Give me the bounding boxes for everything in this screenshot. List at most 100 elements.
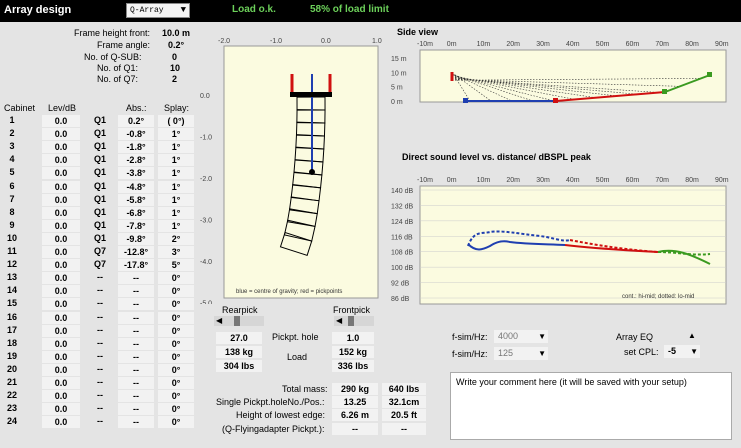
cabinet-splay[interactable]: 0° [158, 390, 194, 403]
cabinet-splay[interactable]: 1° [158, 154, 194, 167]
cabinet-level[interactable]: 0.0 [42, 390, 80, 403]
x-tick: 40m [566, 177, 580, 184]
rearpick-slider[interactable]: ◀ [214, 316, 264, 326]
cabinet-number: 23 [6, 403, 17, 414]
cabinet-number: 8 [9, 206, 15, 217]
slider-left-icon: ◀ [216, 316, 223, 325]
slider-left-icon: ◀ [336, 316, 343, 325]
flyadapter-value-1: -- [332, 423, 378, 435]
cabinet-level[interactable]: 0.0 [42, 141, 80, 154]
cabinet-splay[interactable]: 1° [158, 141, 194, 154]
array-y-tick: -2.0 [200, 176, 212, 183]
side-far-marker [662, 89, 667, 94]
cabinet-splay[interactable]: 0° [158, 350, 194, 363]
cabinet-splay[interactable]: 0° [158, 298, 194, 311]
cabinet-splay[interactable]: 1° [158, 193, 194, 206]
fsim2-dropdown[interactable]: 125 ▼ [494, 347, 548, 360]
cabinet-level[interactable]: 0.0 [42, 180, 80, 193]
nsub-value[interactable]: 0 [172, 52, 177, 62]
cabinet-splay[interactable]: 5° [158, 259, 194, 272]
frontpick-slider[interactable]: ◀ [334, 316, 374, 326]
cabinet-splay[interactable]: 0° [158, 324, 194, 337]
frame-angle-value[interactable]: 0.2° [168, 40, 184, 50]
slider-thumb[interactable] [234, 316, 240, 326]
frame-angle-label: Frame angle: [97, 40, 151, 50]
cabinet-type: Q1 [93, 232, 106, 243]
cabinet-level[interactable]: 0.0 [42, 337, 80, 350]
cabinet-splay[interactable]: 0° [158, 363, 194, 376]
rear-hole-value[interactable]: 27.0 [216, 332, 262, 344]
cabinet-level[interactable]: 0.0 [42, 232, 80, 245]
cabinet-level[interactable]: 0.0 [42, 115, 80, 127]
y-tick: 5 m [391, 85, 403, 92]
cabinet-level[interactable]: 0.0 [42, 311, 80, 324]
nq7-label: No. of Q7: [97, 74, 139, 84]
cabinet-splay[interactable]: 3° [158, 246, 194, 258]
cabinet-number: 20 [6, 363, 17, 374]
cabinet-splay[interactable]: 1° [158, 167, 194, 180]
cabinet-abs-angle: -- [118, 403, 154, 416]
cabinet-splay[interactable]: 1° [158, 180, 194, 193]
cabinet-level[interactable]: 0.0 [42, 246, 80, 258]
cabinet-level[interactable]: 0.0 [42, 403, 80, 416]
x-tick: 20m [506, 177, 520, 184]
cabinet-splay[interactable]: 1° [158, 219, 194, 232]
flyadapter-value-2: -- [382, 423, 426, 435]
cabinet-level[interactable]: 0.0 [42, 128, 80, 141]
cabinet-splay[interactable]: 0° [158, 285, 194, 298]
cabinet-level[interactable]: 0.0 [42, 350, 80, 363]
cabinet-level[interactable]: 0.0 [42, 377, 80, 389]
cabinet-splay[interactable]: 1° [158, 128, 194, 141]
spl-plot: -10m 0m 10m 20m 30m 40m 50m 60m 70m 80m 90m 140 dB… [391, 177, 729, 305]
chevron-up-icon[interactable]: ▲ [688, 331, 696, 340]
cabinet-splay[interactable]: 1° [158, 206, 194, 219]
side-mid-marker [553, 98, 558, 103]
nq1-value[interactable]: 10 [170, 63, 180, 73]
cabinet-level[interactable]: 0.0 [42, 193, 80, 206]
frame-height-value[interactable]: 10.0 m [162, 28, 190, 38]
side-view-area [419, 49, 727, 103]
cabinet-number: 18 [6, 337, 17, 348]
front-hole-value[interactable]: 1.0 [332, 332, 374, 344]
cabinet-splay[interactable]: 0° [158, 337, 194, 350]
cabinet-level[interactable]: 0.0 [42, 154, 80, 167]
array-plot: -2.0 -1.0 0.0 1.0 0.0 -1.0 -2.0 -3.0 -4.0 -5.0 bl… [200, 38, 382, 305]
cabinet-splay[interactable]: 0° [158, 272, 194, 285]
fsim1-dropdown[interactable]: 4000 ▼ [494, 330, 548, 343]
cabinet-level[interactable]: 0.0 [42, 259, 80, 272]
comment-field[interactable]: Write your comment here (it will be save… [450, 372, 732, 440]
cabinet-level[interactable]: 0.0 [42, 206, 80, 219]
cabinet-splay[interactable]: 0° [158, 377, 194, 389]
frontpick-label: Frontpick [333, 305, 371, 315]
cabinet-splay[interactable]: 0° [158, 416, 194, 429]
rigging-frame [290, 92, 332, 97]
cabinet-number: 6 [9, 180, 15, 191]
cabinet-type: -- [97, 403, 103, 414]
cabinet-splay[interactable]: 0° [158, 311, 194, 324]
cabinet-number: 10 [6, 232, 17, 243]
cabinet-level[interactable]: 0.0 [42, 416, 80, 429]
cabinet-splay[interactable]: 2° [158, 232, 194, 245]
cabinet-abs-angle: -7.8° [118, 219, 154, 232]
cabinet-level[interactable]: 0.0 [42, 363, 80, 376]
cabinet-level[interactable]: 0.0 [42, 285, 80, 298]
x-tick: 10m [477, 41, 491, 48]
cabinet-splay[interactable]: 0° [158, 403, 194, 416]
cabinet-level[interactable]: 0.0 [42, 167, 80, 180]
cabinet-level[interactable]: 0.0 [42, 219, 80, 232]
cabinet-level[interactable]: 0.0 [42, 272, 80, 285]
slider-thumb[interactable] [348, 316, 354, 326]
y-tick: 15 m [391, 56, 407, 63]
cpl-dropdown[interactable]: -5 ▼ [664, 345, 700, 358]
nsub-label: No. of Q-SUB: [84, 52, 142, 62]
cabinet-abs-angle: -2.8° [118, 154, 154, 167]
array-x-tick: 0.0 [321, 38, 331, 45]
cabinet-level[interactable]: 0.0 [42, 324, 80, 337]
x-tick: 70m [655, 41, 669, 48]
cabinet-level[interactable]: 0.0 [42, 298, 80, 311]
preset-dropdown[interactable]: Q-Array ▼ [126, 3, 190, 18]
cabinet-splay[interactable]: ( 0°) [158, 115, 194, 127]
nq7-value[interactable]: 2 [172, 74, 177, 84]
array-y-tick: -5.0 [200, 301, 212, 305]
cabinet-type: -- [97, 377, 103, 387]
